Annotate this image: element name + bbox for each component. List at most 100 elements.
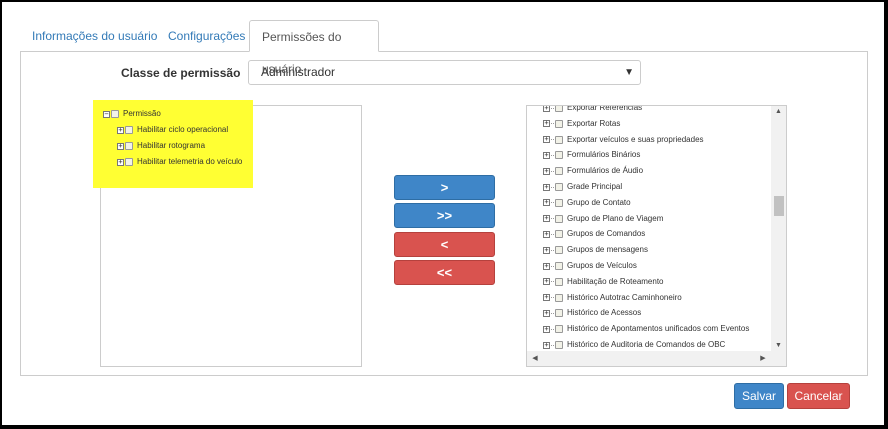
tree-connector — [551, 202, 554, 204]
checkbox[interactable] — [555, 309, 563, 318]
tree-node-label: Histórico de Apontamentos unificados com… — [567, 324, 750, 334]
tree-node-label: Exportar Rotas — [567, 118, 621, 128]
scroll-thumb[interactable] — [774, 196, 784, 216]
expand-icon[interactable]: + — [117, 126, 124, 134]
permission-class-select[interactable]: Administrador ▼ — [248, 60, 641, 85]
tab-user-info[interactable]: Informações do usuário — [20, 20, 169, 52]
tree-node[interactable]: + Grupo de Contato — [543, 197, 631, 209]
expand-icon[interactable]: + — [543, 136, 550, 144]
tree-node[interactable]: + Histórico de Acessos — [543, 307, 641, 319]
checkbox[interactable] — [125, 142, 133, 150]
tree-connector — [551, 233, 554, 235]
tree-node-label: Grade Principal — [567, 182, 623, 191]
tree-node[interactable]: + Exportar veículos e suas propriedades — [543, 134, 704, 146]
checkbox[interactable] — [555, 167, 563, 176]
tree-node[interactable]: + Grupos de Veículos — [543, 260, 637, 272]
move-all-left-button[interactable]: << — [394, 260, 495, 285]
expand-icon[interactable]: + — [117, 158, 124, 166]
horizontal-scrollbar[interactable]: ◀ ▶ — [527, 351, 786, 366]
tree-connector — [551, 344, 554, 346]
checkbox[interactable] — [555, 151, 563, 160]
expand-icon[interactable]: + — [543, 309, 550, 317]
expand-icon[interactable]: + — [543, 106, 550, 112]
expand-icon[interactable]: + — [543, 199, 550, 207]
tree-node[interactable]: + Exportar Referências — [543, 106, 642, 114]
checkbox[interactable] — [125, 126, 133, 134]
tree-node-root[interactable]: − Permissão — [103, 108, 161, 120]
tree-node[interactable]: + Histórico Autotrac Caminhoneiro — [543, 292, 682, 304]
scroll-left-icon[interactable]: ◀ — [529, 351, 541, 366]
tree-node-label: Grupo de Plano de Viagem — [567, 213, 664, 223]
tree-node[interactable]: + Grade Principal — [543, 181, 622, 193]
tree-node[interactable]: + Grupos de Comandos — [543, 228, 645, 240]
expand-icon[interactable]: + — [543, 262, 550, 270]
save-button[interactable]: Salvar — [734, 383, 784, 409]
collapse-icon[interactable]: − — [103, 110, 110, 118]
tree-node[interactable]: + Habilitar ciclo operacional — [117, 124, 228, 136]
tab-settings[interactable]: Configurações — [156, 20, 257, 52]
expand-icon[interactable]: + — [543, 230, 550, 238]
tree-connector — [551, 154, 554, 156]
checkbox[interactable] — [555, 262, 563, 270]
expand-icon[interactable]: + — [543, 341, 550, 349]
available-permissions-tree[interactable]: + Exportar Referências + Exportar Rotas + Exp… — [526, 105, 787, 367]
expand-icon[interactable]: + — [543, 151, 550, 159]
tree-connector — [551, 297, 554, 299]
tree-node-label: Permissão — [123, 109, 161, 118]
expand-icon[interactable]: + — [543, 215, 550, 223]
checkbox[interactable] — [555, 341, 563, 349]
tree-node-label: Habilitação de Roteamento — [567, 276, 664, 286]
expand-icon[interactable]: + — [117, 142, 124, 150]
checkbox[interactable] — [125, 158, 133, 166]
checkbox[interactable] — [555, 230, 563, 239]
expand-icon[interactable]: + — [543, 278, 550, 286]
tree-node[interactable]: + Formulários Binários — [543, 149, 640, 161]
expand-icon[interactable]: + — [543, 294, 550, 302]
move-all-right-button[interactable]: >> — [394, 203, 495, 228]
move-left-button[interactable]: < — [394, 232, 495, 257]
scroll-right-icon[interactable]: ▶ — [757, 351, 769, 366]
tree-node[interactable]: + Grupos de mensagens — [543, 244, 648, 256]
tree-node[interactable]: + Habilitar rotograma — [117, 140, 205, 152]
checkbox[interactable] — [555, 135, 563, 144]
tree-node[interactable]: + Habilitação de Roteamento — [543, 276, 664, 288]
tree-node-label: Formulários de Áudio — [567, 166, 644, 176]
checkbox[interactable] — [111, 110, 119, 118]
tree-node-label: Grupos de Veículos — [567, 261, 637, 270]
checkbox[interactable] — [555, 325, 563, 334]
expand-icon[interactable]: + — [543, 246, 550, 254]
move-right-button[interactable]: > — [394, 175, 495, 200]
expand-icon[interactable]: + — [543, 167, 550, 175]
checkbox[interactable] — [555, 119, 563, 128]
expand-icon[interactable]: + — [543, 183, 550, 191]
checkbox[interactable] — [555, 183, 563, 191]
scroll-thumb[interactable] — [541, 354, 741, 363]
expand-icon[interactable]: + — [543, 325, 550, 333]
expand-icon[interactable]: + — [543, 120, 550, 128]
checkbox[interactable] — [555, 293, 563, 302]
tree-node-label: Habilitar telemetria do veículo — [137, 157, 243, 166]
checkbox[interactable] — [555, 277, 563, 286]
tree-node-label: Formulários Binários — [567, 150, 641, 160]
tree-node[interactable]: + Exportar Rotas — [543, 118, 620, 130]
tree-node-label: Habilitar ciclo operacional — [137, 125, 229, 134]
tree-node-label: Histórico de Acessos — [567, 308, 642, 318]
tree-connector — [551, 281, 554, 283]
checkbox[interactable] — [555, 198, 563, 207]
cancel-button[interactable]: Cancelar — [787, 383, 850, 409]
vertical-scrollbar[interactable]: ▲ ▼ — [771, 106, 786, 352]
tree-connector — [551, 139, 554, 141]
tree-node[interactable]: + Habilitar telemetria do veículo — [117, 156, 242, 168]
checkbox[interactable] — [555, 246, 563, 255]
tree-node-label: Grupo de Contato — [567, 197, 631, 207]
tab-user-permissions[interactable]: Permissões do usuário — [249, 20, 379, 76]
checkbox[interactable] — [555, 106, 563, 112]
tree-node-label: Grupos de Comandos — [567, 229, 646, 239]
scroll-up-icon[interactable]: ▲ — [771, 106, 786, 118]
tree-node[interactable]: + Histórico de Auditoria de Comandos de O… — [543, 339, 725, 351]
tree-node-label: Habilitar rotograma — [137, 141, 206, 150]
tree-node[interactable]: + Histórico de Apontamentos unificados co… — [543, 323, 749, 335]
checkbox[interactable] — [555, 214, 563, 223]
tree-node[interactable]: + Formulários de Áudio — [543, 165, 643, 177]
tree-node[interactable]: + Grupo de Plano de Viagem — [543, 213, 663, 225]
